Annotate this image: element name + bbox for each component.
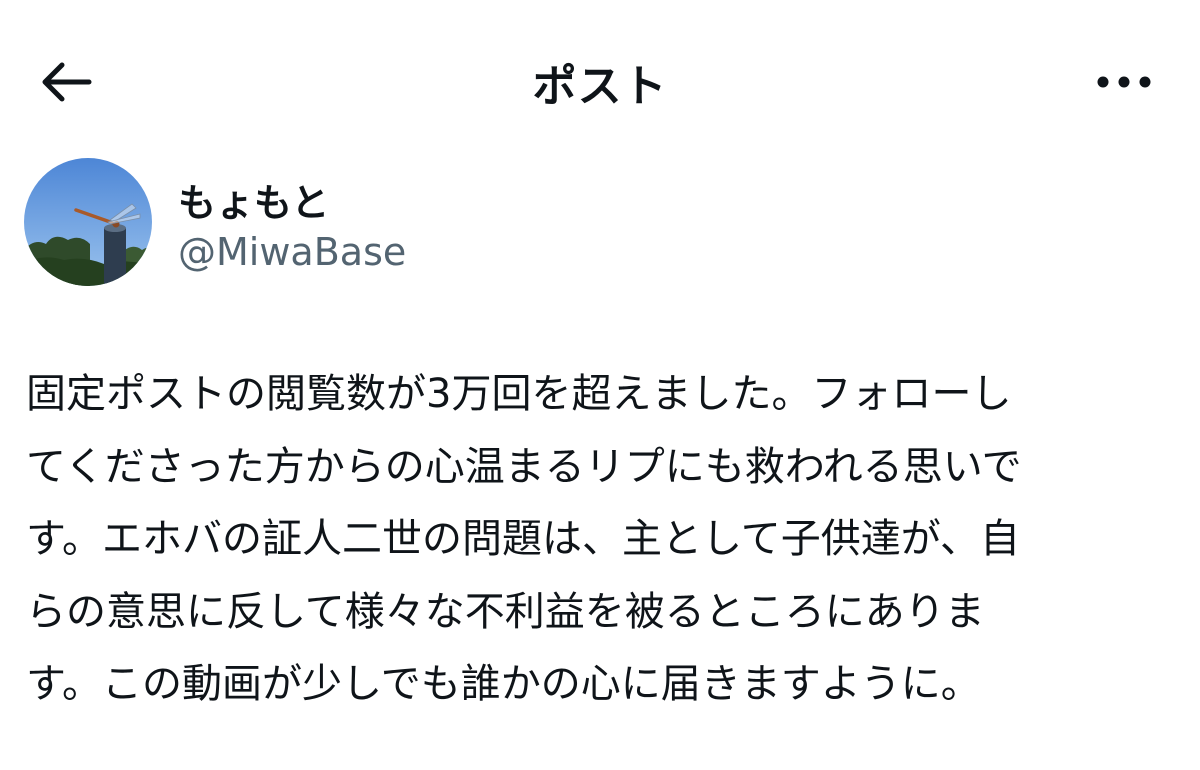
- top-bar: ポスト: [0, 0, 1200, 160]
- page-title: ポスト: [532, 61, 668, 112]
- post-body-text: 固定ポストの閲覧数が3万回を超えました。フォローし てくださった方からの心温まる…: [26, 371, 1022, 707]
- more-horizontal-icon: [1097, 76, 1151, 88]
- avatar-image: [24, 158, 152, 286]
- author-handle[interactable]: @MiwaBase: [178, 230, 406, 274]
- avatar[interactable]: [24, 158, 152, 286]
- author-display-name[interactable]: もょもと: [178, 172, 329, 227]
- more-options-button[interactable]: [1084, 52, 1164, 112]
- post-author: もょもと @MiwaBase: [24, 158, 724, 288]
